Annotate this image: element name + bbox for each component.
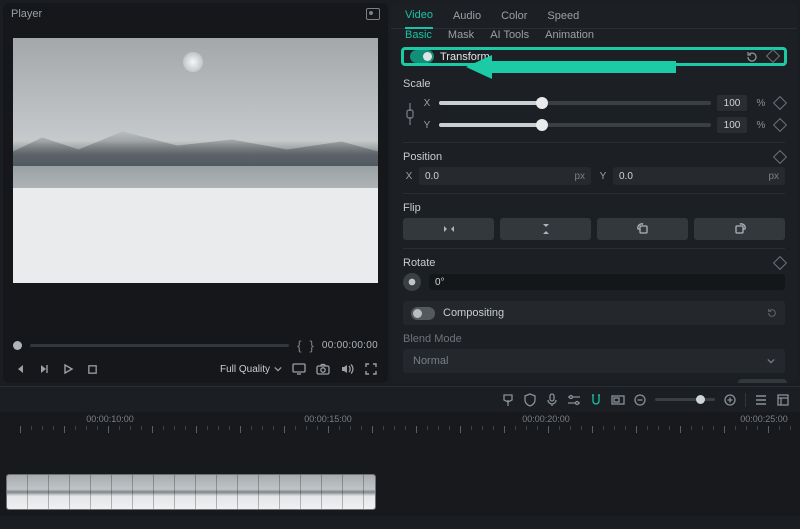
reset-transform-icon[interactable] (746, 51, 758, 63)
reset-button[interactable]: Reset (738, 379, 787, 383)
list-icon[interactable] (754, 393, 768, 407)
scale-x-label: X (421, 98, 433, 109)
scale-y-value[interactable]: 100 (717, 117, 747, 133)
volume-icon[interactable] (340, 362, 354, 376)
scale-x-slider[interactable] (439, 101, 711, 105)
scale-label: Scale (403, 78, 431, 90)
tab-color[interactable]: Color (501, 4, 527, 28)
marker-icon[interactable] (501, 393, 515, 407)
rotate-ccw-button[interactable] (597, 218, 688, 240)
rotate-keyframe[interactable] (773, 256, 787, 270)
player-viewport[interactable] (9, 25, 382, 295)
position-label: Position (403, 151, 442, 163)
adjust-icon[interactable] (567, 393, 581, 407)
compositing-toggle[interactable] (411, 307, 435, 320)
subtab-basic[interactable]: Basic (405, 29, 432, 41)
tab-audio[interactable]: Audio (453, 4, 481, 28)
rotate-label: Rotate (403, 257, 435, 269)
snap-icon[interactable] (589, 393, 603, 407)
aspect-icon[interactable] (611, 393, 625, 407)
scale-y-keyframe[interactable] (773, 118, 787, 132)
blend-mode-label: Blend Mode (403, 333, 785, 345)
zoom-in-button[interactable] (723, 393, 737, 407)
transform-keyframe-icon[interactable] (766, 48, 780, 62)
expand-icon[interactable] (364, 362, 378, 376)
player-title: Player (11, 8, 42, 20)
scale-x-value[interactable]: 100 (717, 95, 747, 111)
scale-y-slider[interactable] (439, 123, 711, 127)
compositing-section-header[interactable]: Compositing (403, 301, 785, 325)
scale-y-label: Y (421, 120, 433, 131)
flip-label: Flip (403, 202, 421, 214)
transform-section-header[interactable]: Transform (401, 47, 787, 66)
rotate-value[interactable]: 0° (429, 274, 785, 290)
tab-video[interactable]: Video (405, 3, 433, 29)
player-panel: Player { } 00:00:00:00 (3, 3, 388, 383)
inspector-panel: Video Audio Color Speed Basic Mask AI To… (391, 3, 797, 383)
compositing-label: Compositing (443, 307, 504, 319)
zoom-out-button[interactable] (633, 393, 647, 407)
mark-out-icon[interactable]: } (310, 338, 314, 353)
timeline-toolbar (0, 386, 800, 412)
scale-x-keyframe[interactable] (773, 96, 787, 110)
video-clip[interactable] (6, 474, 376, 510)
reset-compositing-icon[interactable] (767, 308, 777, 318)
rotate-dial[interactable] (403, 273, 421, 291)
mark-in-icon[interactable]: { (297, 338, 301, 353)
flip-horizontal-button[interactable] (403, 218, 494, 240)
inspector-subtabs: Basic Mask AI Tools Animation (391, 29, 797, 41)
subtab-animation[interactable]: Animation (545, 29, 594, 41)
camera-icon[interactable] (316, 362, 330, 376)
rotate-cw-button[interactable] (694, 218, 785, 240)
flip-vertical-button[interactable] (500, 218, 591, 240)
blend-mode-dropdown[interactable]: Normal (403, 349, 785, 373)
position-y-field[interactable]: 0.0px (613, 167, 785, 185)
next-frame-button[interactable] (37, 362, 51, 376)
position-keyframe[interactable] (773, 150, 787, 164)
subtab-aitools[interactable]: AI Tools (490, 29, 529, 41)
shield-icon[interactable] (523, 393, 537, 407)
transform-label: Transform (440, 51, 746, 63)
player-timecode: 00:00:00:00 (322, 340, 378, 351)
link-scale-icon[interactable] (404, 99, 416, 129)
position-x-field[interactable]: 0.0px (419, 167, 591, 185)
fit-icon[interactable] (776, 393, 790, 407)
zoom-slider[interactable] (655, 398, 715, 401)
mic-icon[interactable] (545, 393, 559, 407)
transform-toggle[interactable] (410, 50, 434, 63)
tab-speed[interactable]: Speed (547, 4, 579, 28)
playback-quality-dropdown[interactable]: Full Quality (220, 364, 282, 375)
timeline-tracks[interactable] (0, 436, 800, 516)
play-button[interactable] (61, 362, 75, 376)
inspector-tabs: Video Audio Color Speed (391, 3, 797, 29)
prev-frame-button[interactable] (13, 362, 27, 376)
subtab-mask[interactable]: Mask (448, 29, 474, 41)
timeline-ruler[interactable]: 00:00:10:00 00:00:15:00 00:00:20:00 00:0… (0, 412, 800, 436)
stop-button[interactable] (85, 362, 99, 376)
display-settings-icon[interactable] (292, 362, 306, 376)
playhead-dot[interactable] (13, 341, 22, 350)
snapshot-icon[interactable] (366, 8, 380, 20)
preview-frame (13, 38, 378, 283)
scrub-track[interactable] (30, 344, 289, 347)
